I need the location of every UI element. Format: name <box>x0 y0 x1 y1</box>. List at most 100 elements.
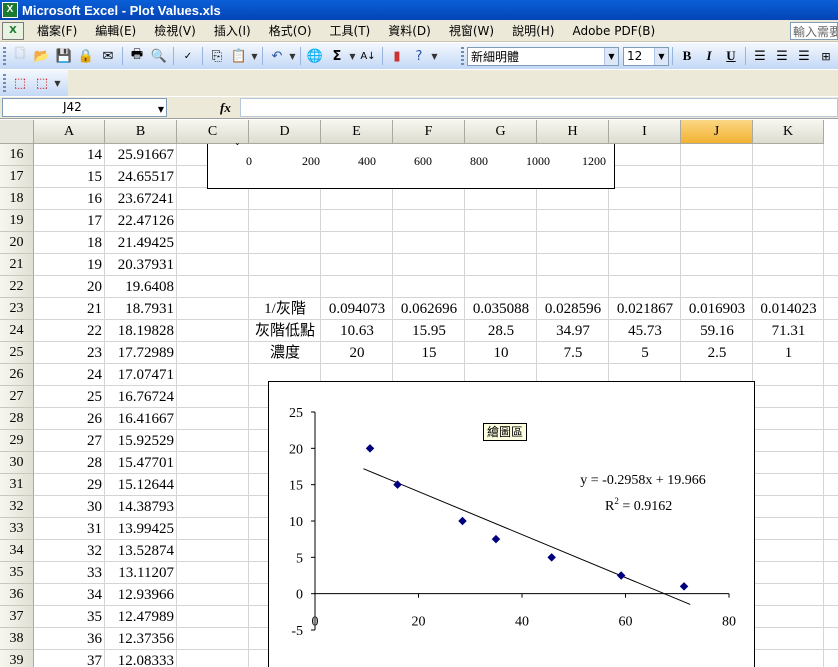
cell-a25[interactable]: 23 <box>34 342 105 364</box>
menu-adobe-pdf[interactable]: Adobe PDF(B) <box>563 21 664 41</box>
align-center-icon[interactable]: ☰ <box>771 45 793 67</box>
cell-a34[interactable]: 32 <box>34 540 105 562</box>
cell-b25[interactable]: 17.72989 <box>105 342 177 364</box>
row-header-23[interactable]: 23 <box>0 298 34 320</box>
row-header-34[interactable]: 34 <box>0 540 34 562</box>
underline-button[interactable]: U <box>720 45 742 67</box>
cell-b30[interactable]: 15.47701 <box>105 452 177 474</box>
menu-data[interactable]: 資料(D) <box>379 21 440 41</box>
new-file-icon[interactable]: 🗋 <box>9 45 31 67</box>
cell-a17[interactable]: 15 <box>34 166 105 188</box>
column-header-f[interactable]: F <box>393 120 465 144</box>
autosum-dropdown-icon[interactable]: ▼ <box>348 52 357 61</box>
menu-format[interactable]: 格式(O) <box>260 21 321 41</box>
row-header-39[interactable]: 39 <box>0 650 34 667</box>
chevron-down-icon[interactable]: ▼ <box>654 47 668 65</box>
row-header-25[interactable]: 25 <box>0 342 34 364</box>
cell-b33[interactable]: 13.99425 <box>105 518 177 540</box>
column-header-b[interactable]: B <box>105 120 177 144</box>
toolbar-options-icon[interactable]: ▼ <box>430 52 439 61</box>
toolbar-options-icon[interactable]: ▼ <box>53 79 62 88</box>
menu-file[interactable]: 檔案(F) <box>28 21 86 41</box>
cell-a24[interactable]: 22 <box>34 320 105 342</box>
row-header-17[interactable]: 17 <box>0 166 34 188</box>
cell-f24[interactable]: 15.95 <box>393 320 465 342</box>
cell-a29[interactable]: 27 <box>34 430 105 452</box>
column-header-h[interactable]: H <box>537 120 609 144</box>
row-header-22[interactable]: 22 <box>0 276 34 298</box>
column-header-d[interactable]: D <box>249 120 321 144</box>
cell-a27[interactable]: 25 <box>34 386 105 408</box>
spelling-icon[interactable]: ✓ <box>177 45 199 67</box>
cell-a38[interactable]: 36 <box>34 628 105 650</box>
row-header-26[interactable]: 26 <box>0 364 34 386</box>
cell-b35[interactable]: 13.11207 <box>105 562 177 584</box>
row-header-18[interactable]: 18 <box>0 188 34 210</box>
menu-insert[interactable]: 插入(I) <box>205 21 260 41</box>
cell-a30[interactable]: 28 <box>34 452 105 474</box>
cell-a23[interactable]: 21 <box>34 298 105 320</box>
cell-j24[interactable]: 59.16 <box>681 320 753 342</box>
cell-b23[interactable]: 18.7931 <box>105 298 177 320</box>
column-header-e[interactable]: E <box>321 120 393 144</box>
cell-a36[interactable]: 34 <box>34 584 105 606</box>
toolbar-grip[interactable] <box>3 74 6 92</box>
cell-d23[interactable]: 1/灰階 <box>249 298 321 320</box>
menu-help[interactable]: 說明(H) <box>503 21 563 41</box>
cell-a21[interactable]: 19 <box>34 254 105 276</box>
cell-a18[interactable]: 16 <box>34 188 105 210</box>
cell-a28[interactable]: 26 <box>34 408 105 430</box>
cell-b16[interactable]: 25.91667 <box>105 144 177 166</box>
autosum-icon[interactable]: Σ <box>326 45 348 67</box>
cell-k24[interactable]: 71.31 <box>753 320 824 342</box>
select-all-corner[interactable] <box>0 120 34 144</box>
chart-wizard-icon[interactable]: ▮ <box>386 45 408 67</box>
hyperlink-icon[interactable]: 🌐 <box>304 45 326 67</box>
cell-b21[interactable]: 20.37931 <box>105 254 177 276</box>
cell-b17[interactable]: 24.65517 <box>105 166 177 188</box>
cell-a35[interactable]: 33 <box>34 562 105 584</box>
cell-a16[interactable]: 14 <box>34 144 105 166</box>
cell-a37[interactable]: 35 <box>34 606 105 628</box>
scatter-chart[interactable]: 25 20 15 10 5 0 -5 0 20 40 60 80 y = -0.2958x + 19.9… <box>268 381 755 667</box>
cell-b20[interactable]: 21.49425 <box>105 232 177 254</box>
cell-b34[interactable]: 13.52874 <box>105 540 177 562</box>
menu-edit[interactable]: 編輯(E) <box>86 21 145 41</box>
row-header-36[interactable]: 36 <box>0 584 34 606</box>
cell-a20[interactable]: 18 <box>34 232 105 254</box>
cell-b26[interactable]: 17.07471 <box>105 364 177 386</box>
cell-k25[interactable]: 1 <box>753 342 824 364</box>
cell-e24[interactable]: 10.63 <box>321 320 393 342</box>
cell-j23[interactable]: 0.016903 <box>681 298 753 320</box>
column-header-a[interactable]: A <box>34 120 105 144</box>
row-header-27[interactable]: 27 <box>0 386 34 408</box>
cell-i24[interactable]: 45.73 <box>609 320 681 342</box>
row-header-33[interactable]: 33 <box>0 518 34 540</box>
align-right-icon[interactable]: ☰ <box>793 45 815 67</box>
column-header-k[interactable]: K <box>753 120 824 144</box>
cell-e23[interactable]: 0.094073 <box>321 298 393 320</box>
cell-b27[interactable]: 16.76724 <box>105 386 177 408</box>
cell-d24[interactable]: 灰階低點 <box>249 320 321 342</box>
undo-icon[interactable]: ↶ <box>266 45 288 67</box>
name-box[interactable]: J42 ▼ <box>2 98 167 117</box>
worksheet[interactable]: ABCDEFGHIJK 16 17 18 19 20 21 22 23 24 25 26 27 28 29… <box>0 120 838 667</box>
cell-b39[interactable]: 12.08333 <box>105 650 177 667</box>
print-icon[interactable]: 🖶 <box>126 45 148 67</box>
toolbar-grip[interactable] <box>461 47 464 65</box>
copy-icon[interactable]: ⎘ <box>206 45 228 67</box>
pdf-email-icon[interactable]: ⬚ <box>31 72 53 94</box>
paste-icon[interactable]: 📋 <box>228 45 250 67</box>
open-folder-icon[interactable]: 📂 <box>31 45 53 67</box>
upper-chart[interactable]: ⌄ 0 200 400 600 800 1000 1200 <box>207 138 615 189</box>
help-icon[interactable]: ? <box>408 45 430 67</box>
row-header-38[interactable]: 38 <box>0 628 34 650</box>
cell-i23[interactable]: 0.021867 <box>609 298 681 320</box>
cell-g23[interactable]: 0.035088 <box>465 298 537 320</box>
cell-h24[interactable]: 34.97 <box>537 320 609 342</box>
paste-dropdown-icon[interactable]: ▼ <box>250 52 259 61</box>
row-header-21[interactable]: 21 <box>0 254 34 276</box>
row-header-35[interactable]: 35 <box>0 562 34 584</box>
cell-b18[interactable]: 23.67241 <box>105 188 177 210</box>
cell-g24[interactable]: 28.5 <box>465 320 537 342</box>
